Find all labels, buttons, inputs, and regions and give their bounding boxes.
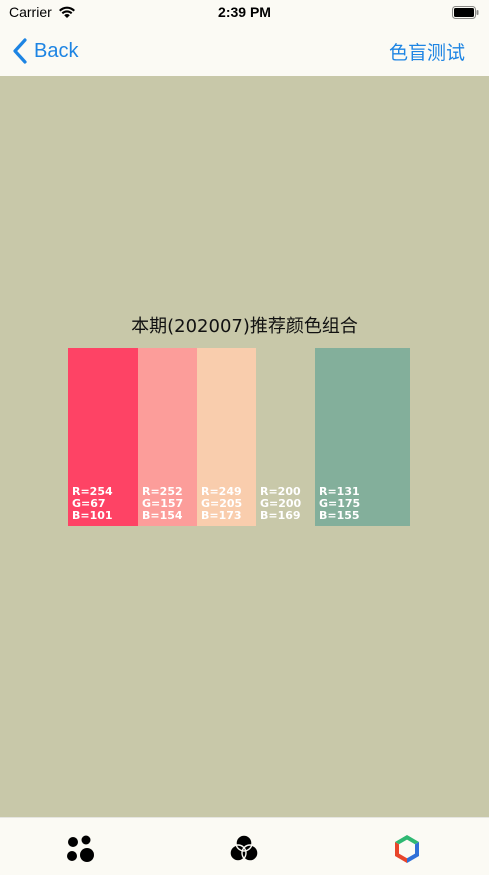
- swatch-b-value: B=169: [260, 509, 301, 522]
- color-swatch-4: R=200 G=200 B=169: [256, 348, 315, 526]
- color-circles-icon: [229, 834, 259, 862]
- swatch-b-value: B=101: [72, 509, 113, 522]
- color-swatch-1: R=254 G=67 B=101: [68, 348, 138, 526]
- tab-dots[interactable]: [64, 832, 98, 866]
- battery-icon: [452, 6, 479, 19]
- swatch-rgb-label: R=249 G=205 B=173: [201, 486, 242, 522]
- color-swatch-2: R=252 G=157 B=154: [138, 348, 197, 526]
- color-swatch-3: R=249 G=205 B=173: [197, 348, 256, 526]
- back-button[interactable]: Back: [12, 36, 78, 66]
- color-swatch-5: R=131 G=175 B=155: [315, 348, 410, 526]
- navigation-bar: Back 色盲测试: [0, 26, 489, 76]
- status-bar: Carrier 2:39 PM: [0, 0, 489, 26]
- tab-cube[interactable]: [390, 832, 424, 866]
- back-label: Back: [34, 39, 79, 62]
- page-title: 本期(202007)推荐颜色组合: [131, 316, 358, 337]
- swatch-rgb-label: R=252 G=157 B=154: [142, 486, 183, 522]
- main-content: 本期(202007)推荐颜色组合 R=254 G=67 B=101 R=252 …: [0, 76, 489, 817]
- tab-color-mix[interactable]: [227, 832, 261, 866]
- swatch-b-value: B=173: [201, 509, 242, 522]
- cube-icon: [395, 835, 419, 863]
- dots-icon: [67, 835, 94, 862]
- screen: { "status_bar": { "carrier": "Carrier", …: [0, 0, 489, 875]
- swatch-b-value: B=155: [319, 509, 360, 522]
- swatch-b-value: B=154: [142, 509, 183, 522]
- swatch-rgb-label: R=131 G=175 B=155: [319, 486, 360, 522]
- status-time: 2:39 PM: [218, 4, 271, 20]
- tab-bar: [0, 817, 489, 875]
- chevron-left-icon: [13, 38, 27, 64]
- swatch-rgb-label: R=200 G=200 B=169: [260, 486, 301, 522]
- color-blind-test-button[interactable]: 色盲测试: [389, 38, 465, 65]
- swatch-rgb-label: R=254 G=67 B=101: [72, 486, 113, 522]
